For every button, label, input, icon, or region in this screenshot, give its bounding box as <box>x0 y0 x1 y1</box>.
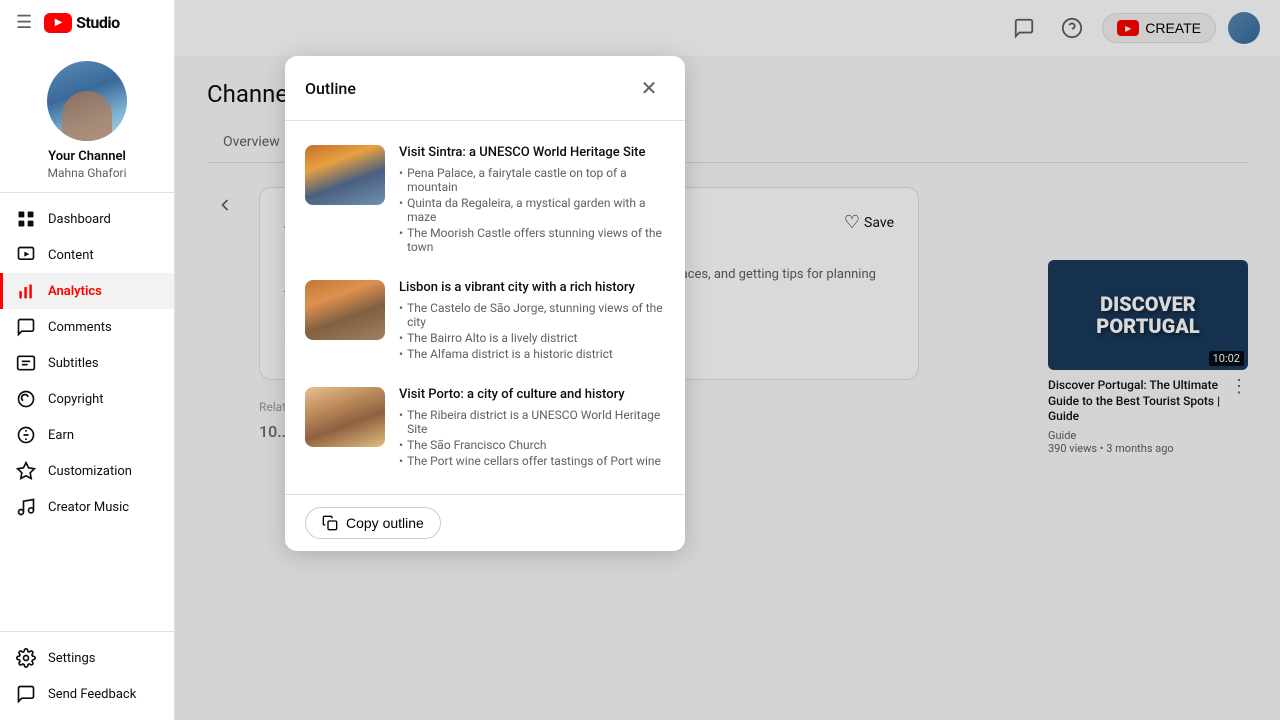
modal-close-button[interactable]: ✕ <box>633 72 665 104</box>
nav-section: Dashboard Content Analytics <box>0 193 174 631</box>
sintra-bullet-1: • Pena Palace, a fairytale castle on top… <box>399 166 665 194</box>
channel-handle: Mahna Ghafori <box>47 166 126 180</box>
lisbon-content: Lisbon is a vibrant city with a rich his… <box>399 280 665 363</box>
sidebar-header: ☰ Studio <box>0 0 174 45</box>
sidebar-item-creator-music[interactable]: Creator Music <box>0 489 174 525</box>
copy-outline-button[interactable]: Copy outline <box>305 507 441 539</box>
sidebar-item-analytics[interactable]: Analytics <box>0 273 174 309</box>
sidebar-item-label: Earn <box>48 428 74 443</box>
channel-name: Your Channel <box>48 149 126 164</box>
porto-bullet-2: • The São Francisco Church <box>399 438 665 452</box>
sidebar-item-label: Subtitles <box>48 356 99 371</box>
settings-icon <box>16 648 36 668</box>
sidebar-item-label: Copyright <box>48 392 104 407</box>
porto-title: Visit Porto: a city of culture and histo… <box>399 387 665 402</box>
sidebar-item-content[interactable]: Content <box>0 237 174 273</box>
lisbon-bullet-1: • The Castelo de São Jorge, stunning vie… <box>399 301 665 329</box>
sintra-thumbnail <box>305 145 385 205</box>
channel-section: Your Channel Mahna Ghafori <box>0 45 174 193</box>
outline-item-sintra: Visit Sintra: a UNESCO World Heritage Si… <box>285 133 685 268</box>
sidebar-item-label: Dashboard <box>48 212 111 227</box>
sidebar-item-label: Send Feedback <box>48 687 136 702</box>
sintra-bullet-2: • Quinta da Regaleira, a mystical garden… <box>399 196 665 224</box>
modal-header: Outline ✕ <box>285 56 685 121</box>
avatar[interactable] <box>47 61 127 141</box>
sidebar-item-send-feedback[interactable]: Send Feedback <box>0 676 174 712</box>
sintra-title: Visit Sintra: a UNESCO World Heritage Si… <box>399 145 665 160</box>
analytics-icon <box>16 281 36 301</box>
sidebar-bottom: Settings Send Feedback <box>0 631 174 720</box>
sidebar-item-label: Analytics <box>48 284 102 299</box>
subtitles-icon <box>16 353 36 373</box>
sidebar-item-subtitles[interactable]: Subtitles <box>0 345 174 381</box>
yt-logo[interactable]: Studio <box>44 13 120 33</box>
lisbon-bullet-3: • The Alfama district is a historic dist… <box>399 347 665 361</box>
sidebar-item-copyright[interactable]: Copyright <box>0 381 174 417</box>
feedback-icon <box>16 684 36 704</box>
copy-outline-label: Copy outline <box>346 515 424 531</box>
sidebar-item-comments[interactable]: Comments <box>0 309 174 345</box>
sidebar-item-earn[interactable]: Earn <box>0 417 174 453</box>
modal-title: Outline <box>305 79 356 98</box>
sidebar-item-label: Settings <box>48 651 95 666</box>
content-icon <box>16 245 36 265</box>
modal-body: Visit Sintra: a UNESCO World Heritage Si… <box>285 121 685 494</box>
music-icon <box>16 497 36 517</box>
yt-logo-text: Studio <box>76 13 120 32</box>
outline-modal: Outline ✕ Visit Sintra: a UNESCO World H… <box>285 56 685 551</box>
comments-icon <box>16 317 36 337</box>
sidebar-item-label: Creator Music <box>48 500 129 515</box>
sidebar: ☰ Studio Your Channel Mahna Ghafori Dash… <box>0 0 175 720</box>
outline-item-lisbon: Lisbon is a vibrant city with a rich his… <box>285 268 685 375</box>
sintra-content: Visit Sintra: a UNESCO World Heritage Si… <box>399 145 665 256</box>
customization-icon <box>16 461 36 481</box>
porto-bullet-1: • The Ribeira district is a UNESCO World… <box>399 408 665 436</box>
porto-bullet-3: • The Port wine cellars offer tastings o… <box>399 454 665 468</box>
sidebar-item-label: Comments <box>48 320 112 335</box>
sidebar-item-label: Customization <box>48 464 132 479</box>
sidebar-item-customization[interactable]: Customization <box>0 453 174 489</box>
sintra-bullet-3: • The Moorish Castle offers stunning vie… <box>399 226 665 254</box>
porto-thumbnail <box>305 387 385 447</box>
copyright-icon <box>16 389 36 409</box>
main-content: CREATE Channel analytics Overview Conten… <box>175 0 1280 720</box>
dashboard-icon <box>16 209 36 229</box>
copy-icon <box>322 515 338 531</box>
modal-footer: Copy outline <box>285 494 685 551</box>
earn-icon <box>16 425 36 445</box>
outline-item-porto: Visit Porto: a city of culture and histo… <box>285 375 685 482</box>
lisbon-bullet-2: • The Bairro Alto is a lively district <box>399 331 665 345</box>
sidebar-item-dashboard[interactable]: Dashboard <box>0 201 174 237</box>
modal-overlay[interactable]: Outline ✕ Visit Sintra: a UNESCO World H… <box>175 0 1280 720</box>
hamburger-icon[interactable]: ☰ <box>16 12 32 33</box>
sidebar-item-settings[interactable]: Settings <box>0 640 174 676</box>
lisbon-title: Lisbon is a vibrant city with a rich his… <box>399 280 665 295</box>
yt-logo-icon <box>44 13 72 33</box>
porto-content: Visit Porto: a city of culture and histo… <box>399 387 665 470</box>
sidebar-item-label: Content <box>48 248 94 263</box>
lisbon-thumbnail <box>305 280 385 340</box>
avatar-image <box>47 61 127 141</box>
